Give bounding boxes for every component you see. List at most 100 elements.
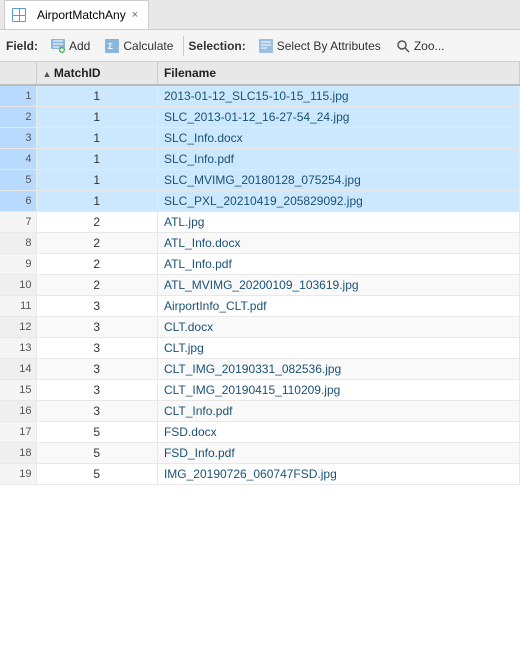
tab-label: AirportMatchAny (37, 8, 126, 22)
filename-cell: CLT_IMG_20190331_082536.jpg (157, 359, 519, 380)
row-number-cell: 5 (0, 170, 36, 191)
matchid-cell: 3 (36, 359, 157, 380)
matchid-cell: 1 (36, 170, 157, 191)
table-row[interactable]: 143CLT_IMG_20190331_082536.jpg (0, 359, 520, 380)
table-header-row: MatchID Filename (0, 62, 520, 85)
matchid-cell: 2 (36, 212, 157, 233)
select-by-attributes-button[interactable]: Select By Attributes (252, 35, 387, 57)
row-number-cell: 17 (0, 422, 36, 443)
filename-cell: SLC_2013-01-12_16-27-54_24.jpg (157, 107, 519, 128)
svg-text:Σ: Σ (108, 42, 113, 51)
toolbar: Field: Add Σ (0, 30, 520, 62)
matchid-cell: 5 (36, 422, 157, 443)
table-row[interactable]: 61SLC_PXL_20210419_205829092.jpg (0, 191, 520, 212)
filename-cell: ATL_MVIMG_20200109_103619.jpg (157, 275, 519, 296)
filename-cell: CLT.jpg (157, 338, 519, 359)
filename-cell: SLC_MVIMG_20180128_075254.jpg (157, 170, 519, 191)
matchid-cell: 1 (36, 191, 157, 212)
filename-cell: ATL.jpg (157, 212, 519, 233)
row-number-cell: 12 (0, 317, 36, 338)
row-number-cell: 1 (0, 85, 36, 107)
matchid-cell: 3 (36, 338, 157, 359)
filename-cell: FSD.docx (157, 422, 519, 443)
table-row[interactable]: 72ATL.jpg (0, 212, 520, 233)
tab-airportmatchany[interactable]: AirportMatchAny × (4, 0, 149, 29)
zoom-label: Zoo... (414, 39, 445, 53)
table-row[interactable]: 175FSD.docx (0, 422, 520, 443)
row-number-cell: 4 (0, 149, 36, 170)
select-attributes-icon (258, 38, 274, 54)
table-icon (11, 7, 27, 23)
row-number-cell: 13 (0, 338, 36, 359)
filename-cell: SLC_Info.docx (157, 128, 519, 149)
filename-cell: IMG_20190726_060747FSD.jpg (157, 464, 519, 485)
add-icon (50, 38, 66, 54)
matchid-cell: 1 (36, 85, 157, 107)
table-row[interactable]: 102ATL_MVIMG_20200109_103619.jpg (0, 275, 520, 296)
calculate-label: Calculate (123, 39, 173, 53)
tab-close-button[interactable]: × (132, 9, 138, 21)
row-number-header (0, 62, 36, 85)
table-row[interactable]: 153CLT_IMG_20190415_110209.jpg (0, 380, 520, 401)
table-row[interactable]: 21SLC_2013-01-12_16-27-54_24.jpg (0, 107, 520, 128)
filename-cell: 2013-01-12_SLC15-10-15_115.jpg (157, 85, 519, 107)
row-number-cell: 9 (0, 254, 36, 275)
row-number-cell: 15 (0, 380, 36, 401)
filename-cell: ATL_Info.pdf (157, 254, 519, 275)
table-row[interactable]: 163CLT_Info.pdf (0, 401, 520, 422)
table-row[interactable]: 133CLT.jpg (0, 338, 520, 359)
matchid-cell: 2 (36, 233, 157, 254)
attribute-table[interactable]: MatchID Filename 112013-01-12_SLC15-10-1… (0, 62, 520, 664)
row-number-cell: 3 (0, 128, 36, 149)
filename-cell: CLT_Info.pdf (157, 401, 519, 422)
table-row[interactable]: 112013-01-12_SLC15-10-15_115.jpg (0, 85, 520, 107)
table-row[interactable]: 195IMG_20190726_060747FSD.jpg (0, 464, 520, 485)
row-number-cell: 14 (0, 359, 36, 380)
row-number-cell: 18 (0, 443, 36, 464)
table-row[interactable]: 82ATL_Info.docx (0, 233, 520, 254)
row-number-cell: 6 (0, 191, 36, 212)
field-label: Field: (6, 39, 38, 53)
row-number-cell: 2 (0, 107, 36, 128)
selection-label: Selection: (188, 39, 245, 53)
zoom-button[interactable]: Zoo... (389, 35, 451, 57)
matchid-cell: 1 (36, 149, 157, 170)
filename-cell: FSD_Info.pdf (157, 443, 519, 464)
table-row[interactable]: 113AirportInfo_CLT.pdf (0, 296, 520, 317)
matchid-cell: 2 (36, 254, 157, 275)
matchid-cell: 3 (36, 296, 157, 317)
table-row[interactable]: 123CLT.docx (0, 317, 520, 338)
zoom-icon (395, 38, 411, 54)
filename-header[interactable]: Filename (157, 62, 519, 85)
toolbar-divider (183, 36, 184, 56)
matchid-cell: 2 (36, 275, 157, 296)
row-number-cell: 16 (0, 401, 36, 422)
calculate-icon: Σ (104, 38, 120, 54)
matchid-cell: 1 (36, 128, 157, 149)
filename-cell: ATL_Info.docx (157, 233, 519, 254)
matchid-cell: 3 (36, 380, 157, 401)
matchid-cell: 5 (36, 443, 157, 464)
table-row[interactable]: 51SLC_MVIMG_20180128_075254.jpg (0, 170, 520, 191)
table-row[interactable]: 31SLC_Info.docx (0, 128, 520, 149)
matchid-cell: 3 (36, 317, 157, 338)
field-section: Field: Add Σ (6, 35, 179, 57)
row-number-cell: 19 (0, 464, 36, 485)
table-row[interactable]: 92ATL_Info.pdf (0, 254, 520, 275)
filename-cell: SLC_PXL_20210419_205829092.jpg (157, 191, 519, 212)
selection-section: Selection: Select By Attributes Zoo... (188, 35, 450, 57)
matchid-cell: 5 (36, 464, 157, 485)
calculate-button[interactable]: Σ Calculate (98, 35, 179, 57)
row-number-cell: 11 (0, 296, 36, 317)
matchid-cell: 3 (36, 401, 157, 422)
matchid-cell: 1 (36, 107, 157, 128)
add-button[interactable]: Add (44, 35, 96, 57)
filename-cell: SLC_Info.pdf (157, 149, 519, 170)
row-number-cell: 8 (0, 233, 36, 254)
filename-cell: CLT_IMG_20190415_110209.jpg (157, 380, 519, 401)
row-number-cell: 10 (0, 275, 36, 296)
matchid-header[interactable]: MatchID (36, 62, 157, 85)
table-row[interactable]: 185FSD_Info.pdf (0, 443, 520, 464)
filename-cell: CLT.docx (157, 317, 519, 338)
table-row[interactable]: 41SLC_Info.pdf (0, 149, 520, 170)
